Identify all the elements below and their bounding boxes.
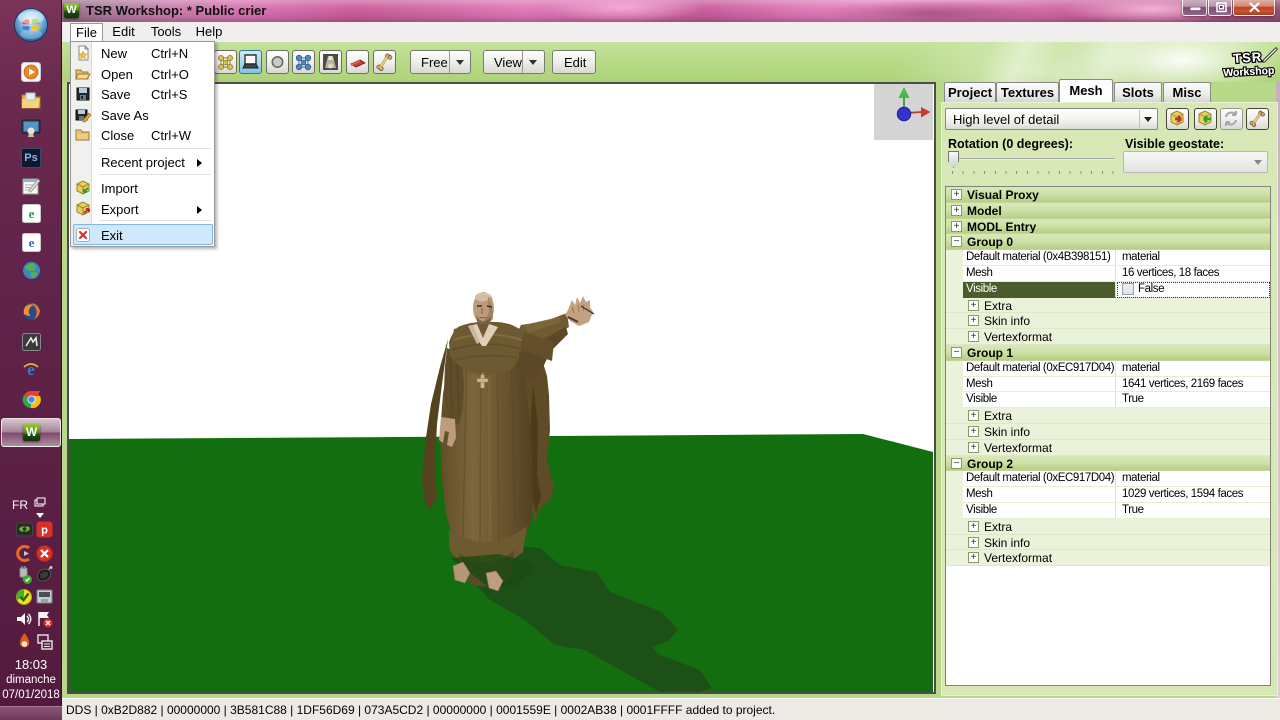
svg-text:e: e [29, 206, 35, 221]
svg-text:e: e [29, 235, 35, 250]
svg-text:Workshop: Workshop [1223, 65, 1275, 80]
svg-text:p: p [41, 525, 48, 537]
svg-text:TSR: TSR [1233, 49, 1263, 66]
svg-text:e: e [27, 360, 35, 379]
